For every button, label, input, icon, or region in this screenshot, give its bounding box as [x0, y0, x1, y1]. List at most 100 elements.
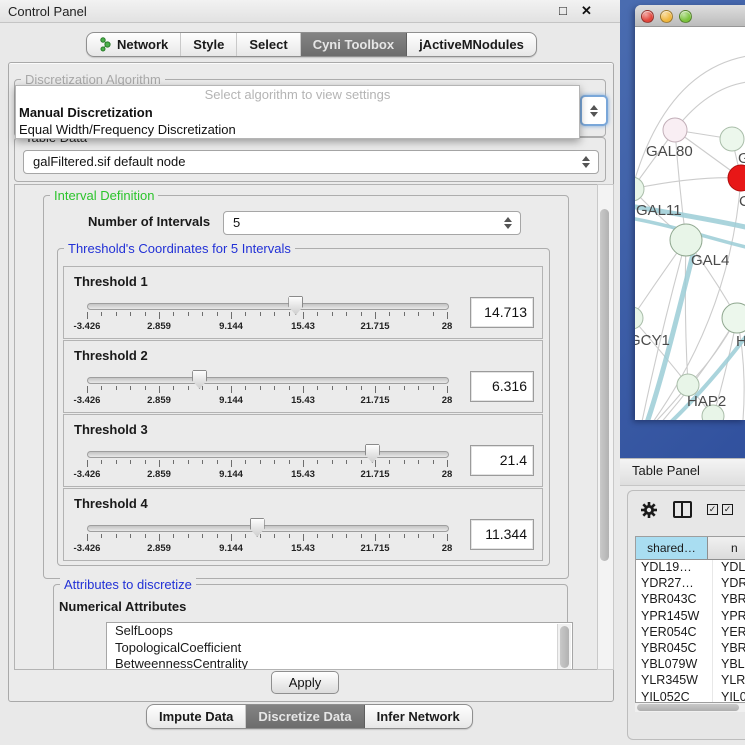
slider-tick: [173, 534, 174, 538]
dropdown-option[interactable]: Equal Width/Frequency Discretization: [16, 121, 579, 138]
tab-cyni-toolbox[interactable]: Cyni Toolbox: [301, 33, 407, 56]
attribute-item[interactable]: TopologicalCoefficient: [107, 640, 572, 657]
apply-button[interactable]: Apply: [271, 671, 339, 694]
table-cell-name[interactable]: YBL0: [713, 657, 745, 673]
table-data-combobox[interactable]: galFiltered.sif default node: [23, 150, 599, 174]
close-icon[interactable]: ✕: [581, 3, 592, 19]
tab-jactivemnodules[interactable]: jActiveMNodules: [407, 33, 536, 56]
slider-thumb[interactable]: [192, 370, 207, 389]
settings-scrollbar[interactable]: [597, 184, 614, 670]
dropdown-option[interactable]: Manual Discretization: [16, 104, 579, 121]
attributes-scrollbar[interactable]: [557, 624, 571, 670]
table-cell-name[interactable]: YIL0: [713, 690, 745, 704]
network-node[interactable]: [722, 303, 745, 333]
slider-thumb[interactable]: [250, 518, 265, 537]
table-row[interactable]: YER054CYER0: [636, 625, 745, 641]
table-cell-shared-name[interactable]: YDR27…: [636, 576, 713, 592]
slider-tick: [188, 386, 189, 390]
column-header-shared[interactable]: shared…: [636, 537, 708, 559]
table-cell-name[interactable]: YPR1: [713, 609, 745, 625]
table-row[interactable]: YDR27…YDR2: [636, 576, 745, 592]
table-cell-shared-name[interactable]: YER054C: [636, 625, 713, 641]
close-window-button[interactable]: [641, 10, 654, 23]
slider-tick: [317, 534, 318, 538]
attribute-item[interactable]: BetweennessCentrality: [107, 656, 572, 670]
table-cell-shared-name[interactable]: YBL079W: [636, 657, 713, 673]
threshold-label: Threshold 3: [74, 422, 148, 437]
slider-track[interactable]: [87, 377, 449, 384]
tab-impute-data[interactable]: Impute Data: [147, 705, 246, 728]
algorithm-combobox[interactable]: [580, 95, 608, 126]
slider-thumb[interactable]: [288, 296, 303, 315]
table-cell-shared-name[interactable]: YBR043C: [636, 592, 713, 608]
network-canvas[interactable]: GAL80GACGAL11GAL4GCY1HHAP2: [635, 26, 745, 420]
network-edge[interactable]: [675, 82, 745, 130]
table-cell-shared-name[interactable]: YIL052C: [636, 690, 713, 704]
network-edge[interactable]: [635, 178, 741, 189]
network-node[interactable]: [663, 118, 687, 142]
table-row[interactable]: YBL079WYBL0: [636, 657, 745, 673]
network-node[interactable]: [728, 165, 745, 191]
table-cell-shared-name[interactable]: YDL19…: [636, 560, 713, 576]
table-row[interactable]: YIL052CYIL0: [636, 690, 745, 704]
scrollbar-thumb[interactable]: [637, 704, 739, 711]
table-cell-shared-name[interactable]: YLR345W: [636, 673, 713, 689]
float-window-icon[interactable]: □: [559, 3, 567, 18]
slider-tick: [332, 534, 333, 538]
minimize-window-button[interactable]: [660, 10, 673, 23]
number-of-intervals-combobox[interactable]: 5: [223, 211, 521, 235]
slider-tick-label: 21.715: [343, 543, 407, 554]
slider-tick: [303, 460, 304, 467]
network-node[interactable]: [720, 127, 744, 151]
slider-tick: [245, 460, 246, 464]
network-window-titlebar[interactable]: [635, 5, 745, 27]
scrollbar-thumb[interactable]: [600, 209, 609, 561]
table-row[interactable]: YPR145WYPR1: [636, 609, 745, 625]
table-cell-name[interactable]: YBR0: [713, 592, 745, 608]
gear-icon[interactable]: [640, 501, 658, 519]
table-row[interactable]: YLR345WYLR3: [636, 673, 745, 689]
threshold-value-field[interactable]: 21.4: [470, 445, 534, 476]
column-header-name[interactable]: n: [708, 537, 745, 559]
split-columns-icon[interactable]: [673, 501, 692, 518]
table-data-group: Table Data galFiltered.sif default node: [14, 137, 606, 182]
threshold-value-field[interactable]: 14.713: [470, 297, 534, 328]
checkbox-icon[interactable]: ✓: [722, 504, 733, 515]
table-cell-name[interactable]: YLR3: [713, 673, 745, 689]
threshold-value-field[interactable]: 11.344: [470, 519, 534, 550]
tab-infer-network[interactable]: Infer Network: [365, 705, 472, 728]
slider-thumb[interactable]: [365, 444, 380, 463]
slider-tick: [130, 312, 131, 316]
tab-label: Style: [193, 37, 224, 52]
zoom-window-button[interactable]: [679, 10, 692, 23]
threshold-value-field[interactable]: 6.316: [470, 371, 534, 402]
table-cell-name[interactable]: YDR2: [713, 576, 745, 592]
table-horizontal-scrollbar[interactable]: [635, 703, 745, 712]
tab-style[interactable]: Style: [181, 33, 237, 56]
tab-discretize-data[interactable]: Discretize Data: [246, 705, 364, 728]
slider-tick: [159, 460, 160, 467]
network-node[interactable]: [635, 177, 644, 201]
table-cell-name[interactable]: YER0: [713, 625, 745, 641]
table-cell-shared-name[interactable]: YPR145W: [636, 609, 713, 625]
attribute-item[interactable]: SelfLoops: [107, 623, 572, 640]
scrollbar-thumb[interactable]: [560, 626, 569, 668]
node-attribute-table[interactable]: shared… n YDL19…YDL1YDR27…YDR2YBR043CYBR…: [635, 536, 745, 703]
table-row[interactable]: YDL19…YDL1: [636, 560, 745, 576]
slider-track[interactable]: [87, 525, 449, 532]
table-cell-shared-name[interactable]: YBR045C: [636, 641, 713, 657]
table-row[interactable]: YBR045CYBR0: [636, 641, 745, 657]
table-row[interactable]: YBR043CYBR0: [636, 592, 745, 608]
tab-select[interactable]: Select: [237, 33, 300, 56]
checkbox-icon[interactable]: ✓: [707, 504, 718, 515]
table-cell-name[interactable]: YBR0: [713, 641, 745, 657]
tab-network[interactable]: Network: [87, 33, 181, 56]
network-node-label: GCY1: [635, 332, 670, 349]
network-edge[interactable]: [685, 240, 688, 385]
numerical-attributes-list[interactable]: SelfLoopsTopologicalCoefficientBetweenne…: [106, 622, 573, 670]
slider-track[interactable]: [87, 451, 449, 458]
slider-track[interactable]: [87, 303, 449, 310]
table-cell-name[interactable]: YDL1: [713, 560, 745, 576]
network-node[interactable]: [635, 307, 643, 329]
network-edge[interactable]: [637, 240, 686, 420]
